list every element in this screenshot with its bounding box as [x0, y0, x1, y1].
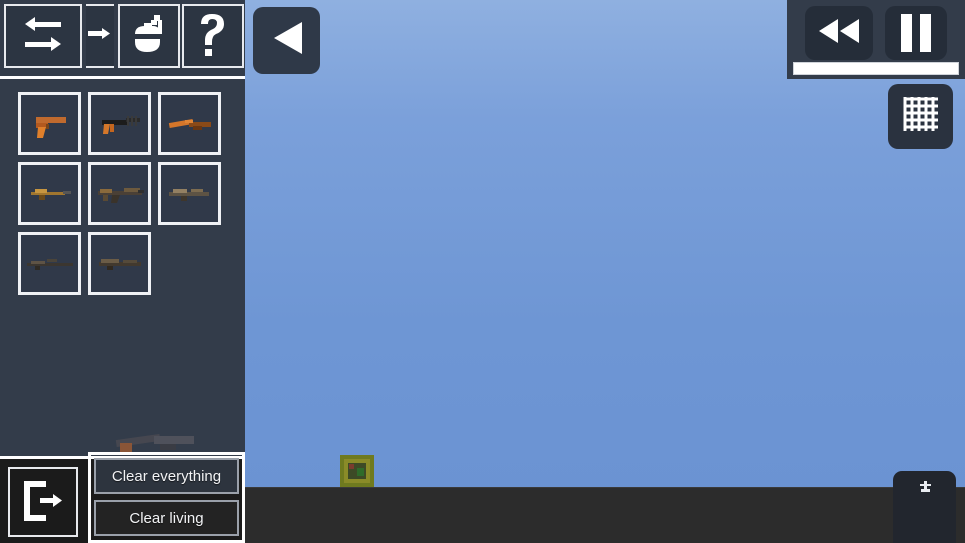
question-mark-icon — [196, 11, 230, 62]
carbine-icon — [25, 182, 75, 206]
item-smg[interactable] — [88, 92, 151, 155]
pistol-icon — [28, 107, 72, 141]
toolbar-divider — [0, 76, 245, 79]
crate-detail-green — [357, 468, 364, 476]
clear-actions-panel: Clear everything Clear living — [88, 452, 245, 543]
sniper-rifle-icon — [25, 254, 75, 274]
anchor-icon — [918, 480, 932, 499]
next-tool-button[interactable] — [86, 4, 114, 68]
clear-living-button[interactable]: Clear living — [94, 500, 239, 536]
clear-everything-button[interactable]: Clear everything — [94, 458, 239, 494]
item-sniper-rifle[interactable] — [18, 232, 81, 295]
battle-rifle-icon — [165, 183, 215, 205]
play-left-triangle-icon — [270, 20, 304, 61]
sidebar-toolbar — [0, 0, 245, 72]
assault-rifle-icon — [94, 181, 146, 207]
timeline-slider[interactable] — [793, 62, 959, 75]
pause-icon — [897, 14, 935, 52]
item-marksman-rifle[interactable] — [88, 232, 151, 295]
grid-icon — [902, 95, 940, 138]
exit-button[interactable] — [8, 467, 78, 537]
item-carbine[interactable] — [18, 162, 81, 225]
world-object-crate[interactable] — [340, 455, 374, 487]
exit-door-icon — [20, 477, 66, 528]
smg-icon — [96, 108, 144, 140]
help-tool-button[interactable] — [182, 4, 244, 68]
weapon-item-grid — [18, 92, 230, 295]
item-battle-rifle[interactable] — [158, 162, 221, 225]
item-assault-rifle[interactable] — [88, 162, 151, 225]
rewind-icon — [817, 17, 861, 50]
grenade-icon — [129, 12, 169, 61]
back-button[interactable] — [253, 7, 320, 74]
item-pistol[interactable] — [18, 92, 81, 155]
pause-button[interactable] — [885, 6, 947, 60]
swap-tool-button[interactable] — [4, 4, 82, 68]
left-sidebar — [0, 0, 245, 456]
crate-detail-red — [349, 464, 354, 469]
grid-toggle-button[interactable] — [888, 84, 953, 149]
spawn-button[interactable] — [893, 471, 956, 543]
rewind-button[interactable] — [805, 6, 873, 60]
playback-panel — [787, 0, 965, 79]
marksman-rifle-icon — [95, 254, 145, 274]
grenade-tool-button[interactable] — [118, 4, 180, 68]
item-shotgun[interactable] — [158, 92, 221, 155]
arrow-right-icon — [88, 24, 112, 49]
shotgun-icon — [165, 109, 215, 139]
swap-arrows-icon — [21, 14, 65, 59]
